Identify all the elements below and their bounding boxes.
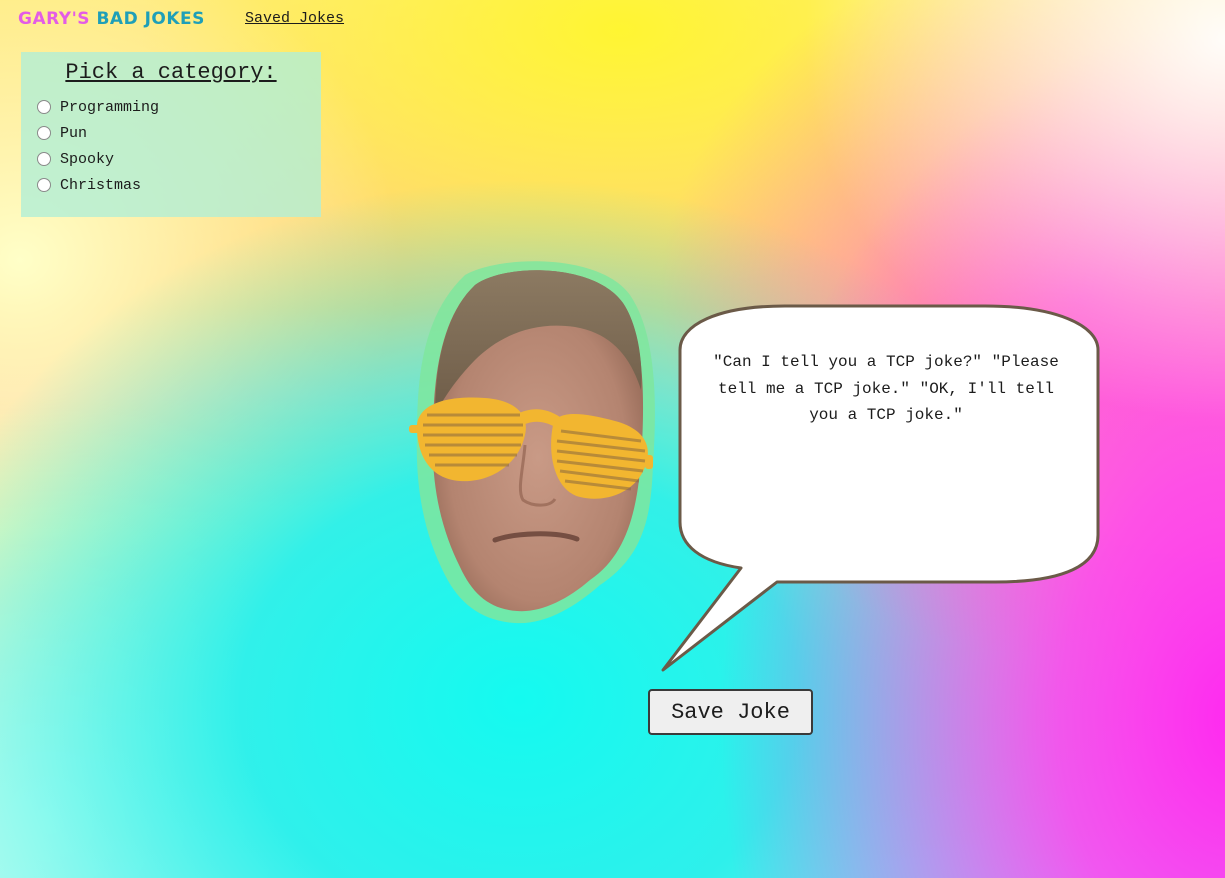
category-option-programming[interactable]: Programming [37, 94, 321, 120]
radio-pun[interactable] [37, 126, 51, 140]
gary-face-image [405, 255, 665, 635]
category-option-spooky[interactable]: Spooky [37, 146, 321, 172]
radio-christmas[interactable] [37, 178, 51, 192]
category-title: Pick a category: [65, 60, 277, 85]
category-label: Christmas [60, 176, 142, 194]
category-label: Programming [60, 98, 160, 116]
radio-spooky[interactable] [37, 152, 51, 166]
joke-text: "Can I tell you a TCP joke?" "Please tel… [713, 353, 1059, 424]
category-panel: Pick a category: Programming Pun Spooky … [21, 52, 321, 217]
category-list: Programming Pun Spooky Christmas [21, 94, 321, 198]
category-option-pun[interactable]: Pun [37, 120, 321, 146]
category-label: Spooky [60, 150, 115, 168]
category-label: Pun [60, 124, 88, 142]
saved-jokes-link[interactable]: Saved Jokes [245, 10, 344, 27]
logo-text-bad-jokes: BAD JOKES [96, 9, 205, 29]
site-logo[interactable]: GARY'S BAD JOKES [18, 8, 205, 30]
category-option-christmas[interactable]: Christmas [37, 172, 321, 198]
logo-text-garys: GARY'S [18, 9, 91, 29]
save-joke-button[interactable]: Save Joke [648, 689, 813, 735]
radio-programming[interactable] [37, 100, 51, 114]
